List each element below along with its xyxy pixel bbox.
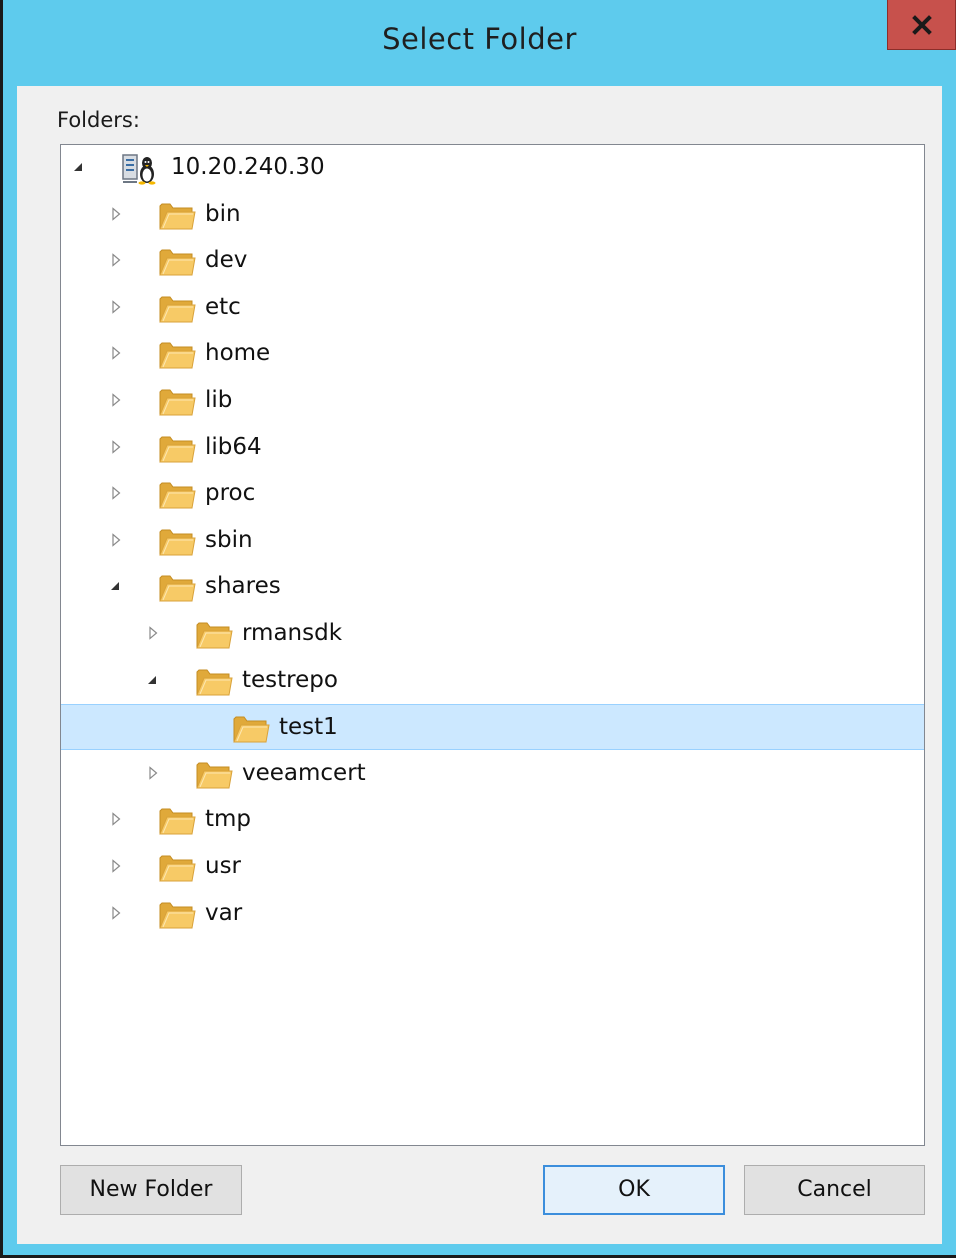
expand-arrow-icon[interactable] [145,765,161,781]
folder-icon [159,808,196,835]
folder-icon [159,529,196,556]
tree-node-label: usr [205,853,242,879]
tree-node-label: var [205,900,243,926]
tree-node[interactable]: test1 [61,704,924,750]
tree-node-label: etc [205,294,241,320]
tree-node[interactable]: home [61,331,924,377]
folder-icon [159,902,196,929]
folder-icon [196,622,233,649]
tree-node[interactable]: etc [61,285,924,331]
tree-node[interactable]: lib [61,378,924,424]
cancel-button[interactable]: Cancel [744,1165,925,1215]
folder-icon [159,482,196,509]
expand-arrow-icon[interactable] [108,485,124,501]
tree-root-label: 10.20.240.30 [171,154,325,180]
dialog-title: Select Folder [382,22,577,56]
collapse-arrow-icon[interactable] [145,672,161,688]
folder-icon [159,389,196,416]
tree-node-label: testrepo [242,667,338,693]
tree-node[interactable]: shares [61,564,924,610]
tree-node[interactable]: tmp [61,797,924,843]
tree-node-label: home [205,340,271,366]
tree-node-label: bin [205,201,241,227]
tree-node-label: veeamcert [242,760,366,786]
expand-arrow-icon[interactable] [108,858,124,874]
tree-node[interactable]: rmansdk [61,611,924,657]
expand-arrow-icon[interactable] [108,299,124,315]
linux-server-icon [122,154,156,185]
collapse-arrow-icon[interactable] [108,578,124,594]
folder-icon [159,342,196,369]
folder-icon [159,249,196,276]
tree-node-label: shares [205,573,281,599]
tree-node-label: proc [205,480,256,506]
folder-icon [159,575,196,602]
folder-icon [233,716,270,743]
tree-node-label: rmansdk [242,620,343,646]
tree-node[interactable]: bin [61,192,924,238]
expand-arrow-icon[interactable] [108,811,124,827]
folder-tree[interactable]: 10.20.240.30 bin dev etc home lib lib64 proc sb… [60,144,925,1146]
tree-node-label: lib64 [205,434,262,460]
tree-node-label: lib [205,387,233,413]
close-icon [911,14,932,35]
expand-arrow-icon[interactable] [108,532,124,548]
tree-node[interactable]: dev [61,238,924,284]
tree-node[interactable]: usr [61,844,924,890]
tree-node-label: test1 [279,714,338,740]
folder-icon [196,762,233,789]
collapse-arrow-icon[interactable] [71,159,87,175]
expand-arrow-icon[interactable] [108,252,124,268]
folder-icon [196,669,233,696]
tree-node-label: sbin [205,527,253,553]
folder-icon [159,855,196,882]
tree-node[interactable]: var [61,891,924,937]
close-button[interactable] [887,0,956,50]
title-bar[interactable]: Select Folder [3,0,956,86]
folder-icon [159,436,196,463]
new-folder-button[interactable]: New Folder [60,1165,242,1215]
tree-node-label: tmp [205,806,252,832]
tree-node[interactable]: veeamcert [61,751,924,797]
expand-arrow-icon[interactable] [108,345,124,361]
tree-root-node[interactable]: 10.20.240.30 [61,145,924,191]
tree-node[interactable]: proc [61,471,924,517]
expand-arrow-icon[interactable] [108,905,124,921]
expand-arrow-icon[interactable] [108,392,124,408]
tree-node-label: dev [205,247,248,273]
folder-icon [159,296,196,323]
tree-node[interactable]: testrepo [61,658,924,704]
expand-arrow-icon[interactable] [145,625,161,641]
ok-button[interactable]: OK [543,1165,725,1215]
tree-node[interactable]: sbin [61,518,924,564]
select-folder-dialog: Select Folder Folders: 10.20.240.30 bin … [0,0,956,1258]
tree-node[interactable]: lib64 [61,425,924,471]
expand-arrow-icon[interactable] [108,206,124,222]
folders-label: Folders: [57,108,140,132]
expand-arrow-icon[interactable] [108,439,124,455]
dialog-body: Folders: 10.20.240.30 bin dev etc home l… [17,86,942,1244]
folder-icon [159,203,196,230]
